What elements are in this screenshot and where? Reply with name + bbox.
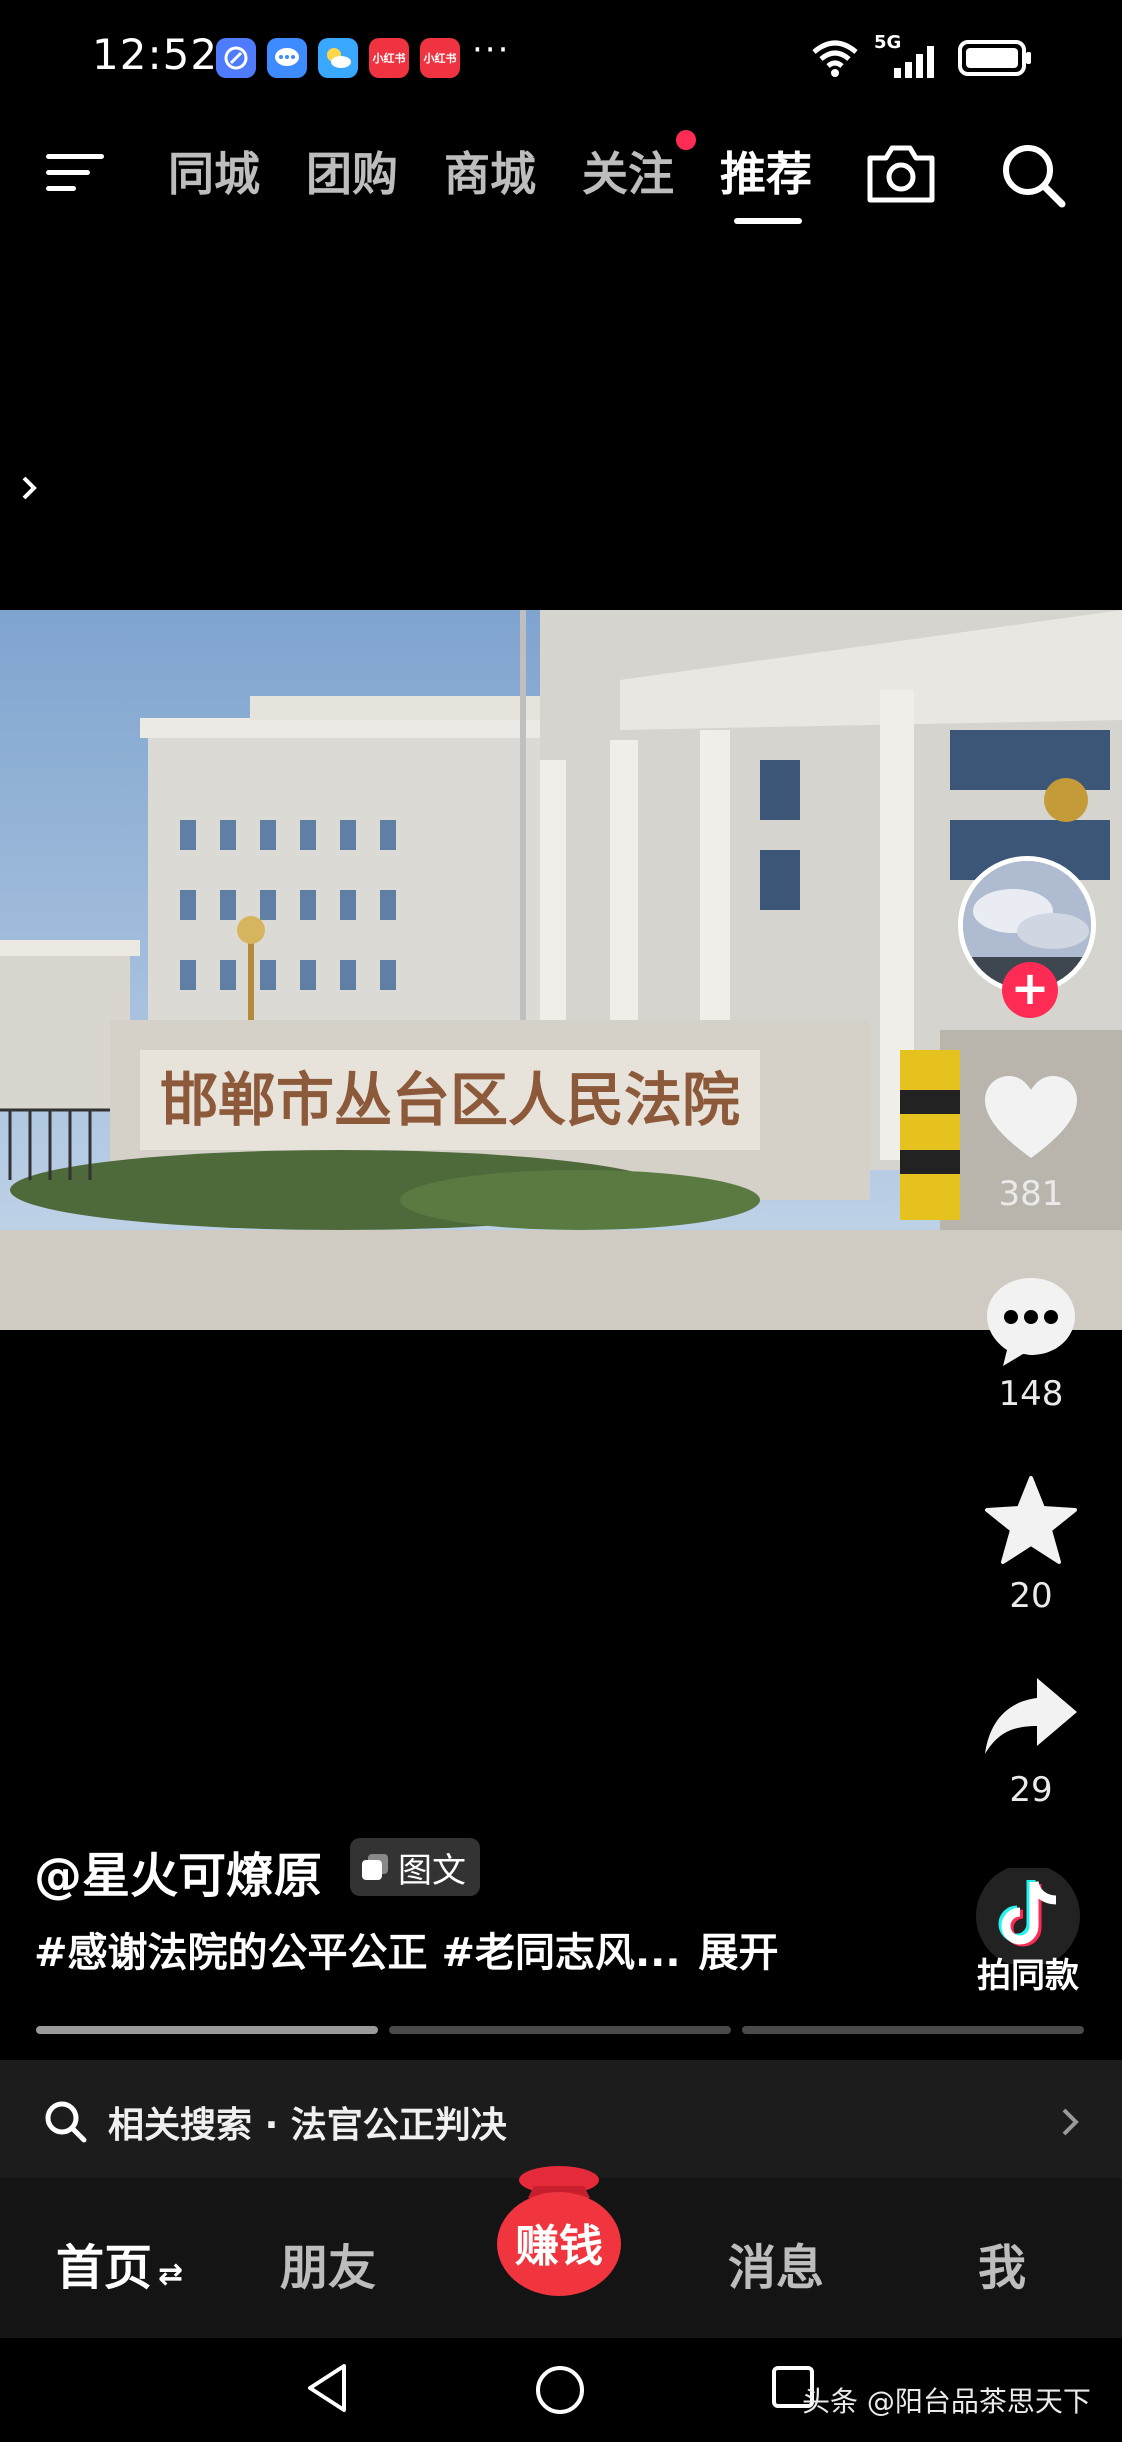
- xiaohongshu-icon: 小红书: [369, 38, 409, 78]
- tab-messages[interactable]: 消息: [728, 2228, 824, 2298]
- share-icon[interactable]: [981, 1668, 1081, 1768]
- switch-arrows-icon: ⇄: [158, 2257, 184, 2292]
- cellular-signal-icon: 5G: [874, 32, 944, 80]
- hashtag-text[interactable]: #感谢法院的公平公正 #老同志风...: [34, 1930, 681, 1976]
- favorite-count: 20: [1009, 1576, 1053, 1616]
- back-icon[interactable]: [304, 2362, 350, 2414]
- post-image[interactable]: 邯郸市丛台区人民法院: [0, 610, 1122, 1330]
- courthouse-sign-text: 邯郸市丛台区人民法院: [160, 1068, 740, 1133]
- author-name[interactable]: @星火可燎原: [34, 1836, 322, 1906]
- tab-mall[interactable]: 商城: [444, 138, 536, 204]
- like-count: 381: [998, 1174, 1064, 1214]
- remix-label[interactable]: 拍同款: [940, 1948, 1116, 1997]
- battery-icon: [958, 40, 1031, 76]
- progress-segment: [742, 2026, 1084, 2034]
- search-icon: [45, 2101, 87, 2143]
- tab-recommended[interactable]: 推荐: [720, 138, 812, 204]
- watermark: 头条 @阳台品茶思天下: [802, 2385, 1091, 2418]
- chevron-right-icon: [1062, 2108, 1079, 2136]
- related-search-text[interactable]: 相关搜索 · 法官公正判决: [108, 2096, 507, 2148]
- wifi-icon: [812, 40, 858, 77]
- share-count: 29: [1009, 1770, 1053, 1810]
- favorite-star-icon[interactable]: [981, 1472, 1081, 1572]
- notification-icons: 小红书 小红书: [216, 38, 460, 78]
- earn-label[interactable]: 赚钱: [494, 2210, 624, 2274]
- more-notifications-indicator: ···: [472, 30, 511, 70]
- heart-icon[interactable]: [981, 1070, 1081, 1170]
- tab-friends[interactable]: 朋友: [280, 2228, 376, 2298]
- active-tab-indicator: [734, 218, 802, 224]
- camera-icon[interactable]: [864, 140, 938, 206]
- notification-dot: [676, 130, 696, 150]
- status-right: 5G: [810, 32, 1034, 80]
- post-type-tag: 图文: [350, 1838, 480, 1896]
- tab-me[interactable]: 我: [978, 2228, 1026, 2298]
- menu-icon[interactable]: [46, 148, 108, 198]
- tab-home[interactable]: 首页 ⇄: [56, 2228, 183, 2298]
- tab-group-buy[interactable]: 团购: [306, 138, 398, 204]
- image-text-icon: [362, 1854, 388, 1880]
- post-type-label: 图文: [398, 1850, 466, 1891]
- messages-icon: [267, 38, 307, 78]
- browser-icon: [216, 38, 256, 78]
- comment-icon[interactable]: [981, 1270, 1081, 1370]
- xiaohongshu-icon: 小红书: [420, 38, 460, 78]
- hashtags: #感谢法院的公平公正 #老同志风... 展开: [34, 1920, 779, 1978]
- tab-nearby[interactable]: 同城: [168, 138, 260, 204]
- expand-button[interactable]: 展开: [699, 1930, 779, 1976]
- status-time: 12:52: [92, 30, 219, 79]
- search-icon[interactable]: [998, 140, 1068, 210]
- weather-icon: [318, 38, 358, 78]
- home-circle-icon[interactable]: [534, 2364, 586, 2416]
- chevron-right-icon[interactable]: [18, 470, 42, 506]
- progress-segment: [389, 2026, 731, 2034]
- comment-count: 148: [998, 1374, 1064, 1414]
- tab-following[interactable]: 关注: [582, 138, 674, 204]
- follow-button[interactable]: +: [1002, 962, 1058, 1018]
- progress-segment: [36, 2026, 378, 2034]
